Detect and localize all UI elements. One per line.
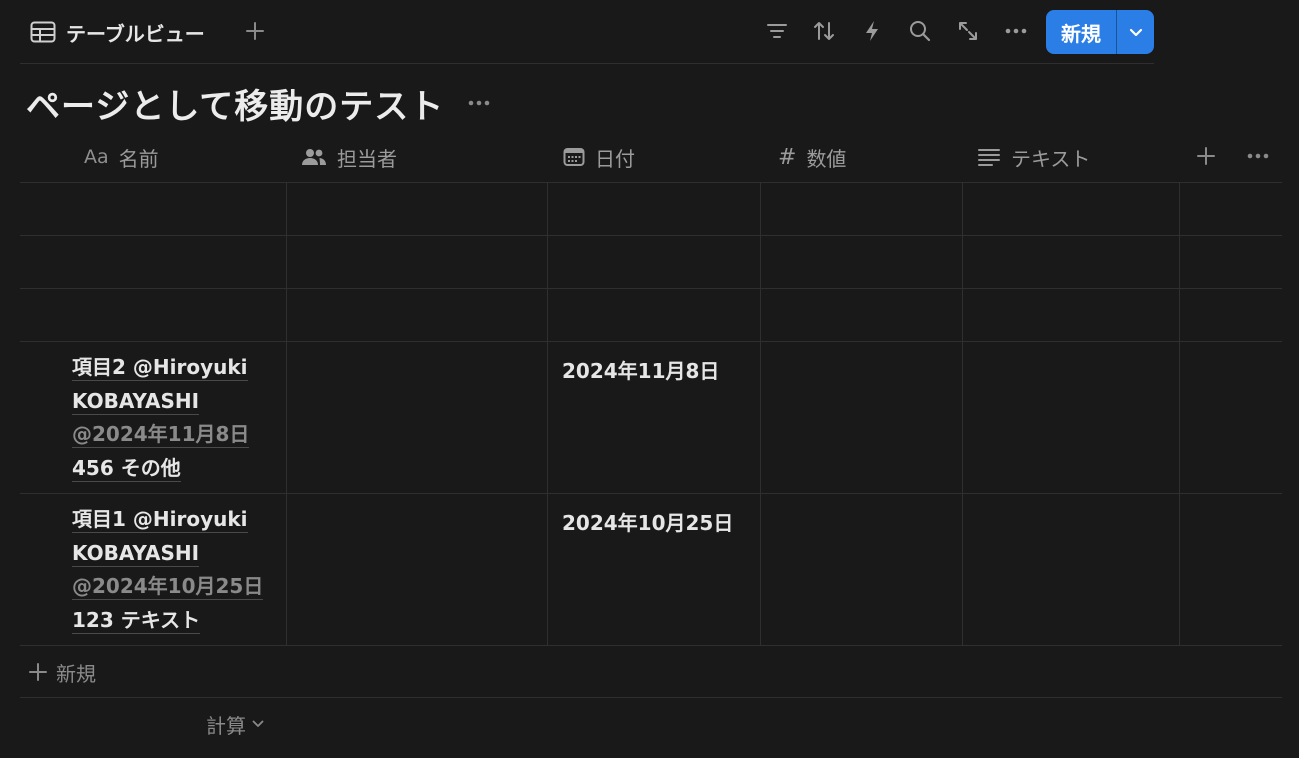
sort-icon [812, 20, 836, 42]
more-icon [1005, 28, 1027, 34]
column-label: 日付 [595, 146, 635, 171]
plus-icon [245, 21, 265, 41]
plus-icon [1196, 146, 1216, 166]
sort-button[interactable] [809, 15, 839, 47]
add-view-button[interactable] [240, 16, 270, 46]
table-row[interactable] [20, 183, 1282, 235]
column-header-name[interactable]: Aa 名前 [84, 138, 159, 176]
search-icon [909, 20, 931, 42]
table-icon [30, 21, 56, 43]
name-line: @2024年10月25日 [72, 574, 264, 600]
column-header-assignee[interactable]: 担当者 [301, 138, 397, 176]
text-type-icon: Aa [84, 146, 109, 168]
name-cell[interactable]: 項目1 @Hiroyuki KOBAYASHI @2024年10月25日 123… [72, 503, 286, 637]
add-property-button[interactable] [1190, 140, 1222, 172]
page-title[interactable]: ページとして移動のテスト [26, 79, 444, 128]
new-button-dropdown[interactable] [1117, 10, 1154, 54]
view-tab-label: テーブルビュー [66, 21, 205, 46]
more-icon [1247, 153, 1269, 159]
footer-border [20, 697, 1282, 698]
table-row[interactable]: 項目2 @Hiroyuki KOBAYASHI @2024年11月8日 456 … [20, 342, 1282, 493]
table-row[interactable]: 項目1 @Hiroyuki KOBAYASHI @2024年10月25日 123… [20, 494, 1282, 645]
name-line: 項目2 @Hiroyuki [72, 355, 248, 381]
filter-button[interactable] [762, 15, 792, 47]
add-row-label: 新規 [56, 661, 96, 686]
number-hash-icon: # [778, 144, 797, 170]
more-options-button[interactable] [1001, 15, 1031, 47]
name-line: @2024年11月8日 [72, 422, 250, 448]
table-row[interactable] [20, 236, 1282, 288]
people-icon [301, 148, 327, 166]
header-more-button[interactable] [1242, 140, 1274, 172]
name-cell[interactable]: 項目2 @Hiroyuki KOBAYASHI @2024年11月8日 456 … [72, 351, 286, 485]
chevron-down-icon [1129, 28, 1143, 37]
search-button[interactable] [905, 15, 935, 47]
chevron-down-icon [252, 720, 264, 728]
more-icon [468, 100, 490, 106]
calculate-button[interactable]: 計算 [206, 708, 264, 740]
automation-button[interactable] [857, 15, 887, 47]
table-row[interactable] [20, 289, 1282, 341]
toolbar-divider [20, 63, 1154, 64]
name-line: KOBAYASHI [72, 388, 200, 415]
column-label: 名前 [118, 146, 159, 171]
column-header-number[interactable]: # 数値 [778, 138, 846, 176]
column-label: 担当者 [337, 146, 397, 171]
calculate-label: 計算 [206, 713, 246, 738]
name-line: KOBAYASHI [72, 540, 200, 567]
table-view-tab[interactable]: テーブルビュー [22, 10, 213, 54]
column-header-text[interactable]: テキスト [977, 138, 1090, 176]
text-lines-icon [977, 147, 1001, 167]
column-label: テキスト [1011, 146, 1091, 171]
expand-icon [957, 20, 979, 42]
column-label: 数値 [806, 146, 847, 171]
plus-icon [28, 662, 48, 682]
automation-bolt-icon [863, 20, 881, 42]
title-more-button[interactable] [464, 88, 494, 118]
add-row-button[interactable]: 新規 [28, 656, 96, 688]
date-cell[interactable]: 2024年11月8日 [562, 355, 719, 384]
filter-icon [766, 21, 788, 41]
column-header-date[interactable]: 日付 [563, 138, 635, 176]
expand-button[interactable] [953, 15, 983, 47]
new-button[interactable]: 新規 [1046, 10, 1116, 54]
row-border [20, 645, 1282, 646]
calendar-icon [563, 147, 585, 167]
name-line: 項目1 @Hiroyuki [72, 507, 248, 533]
date-cell[interactable]: 2024年10月25日 [562, 507, 733, 536]
new-button-group: 新規 [1046, 10, 1154, 54]
name-line: 123 テキスト [72, 607, 201, 634]
name-line: 456 その他 [72, 455, 181, 482]
